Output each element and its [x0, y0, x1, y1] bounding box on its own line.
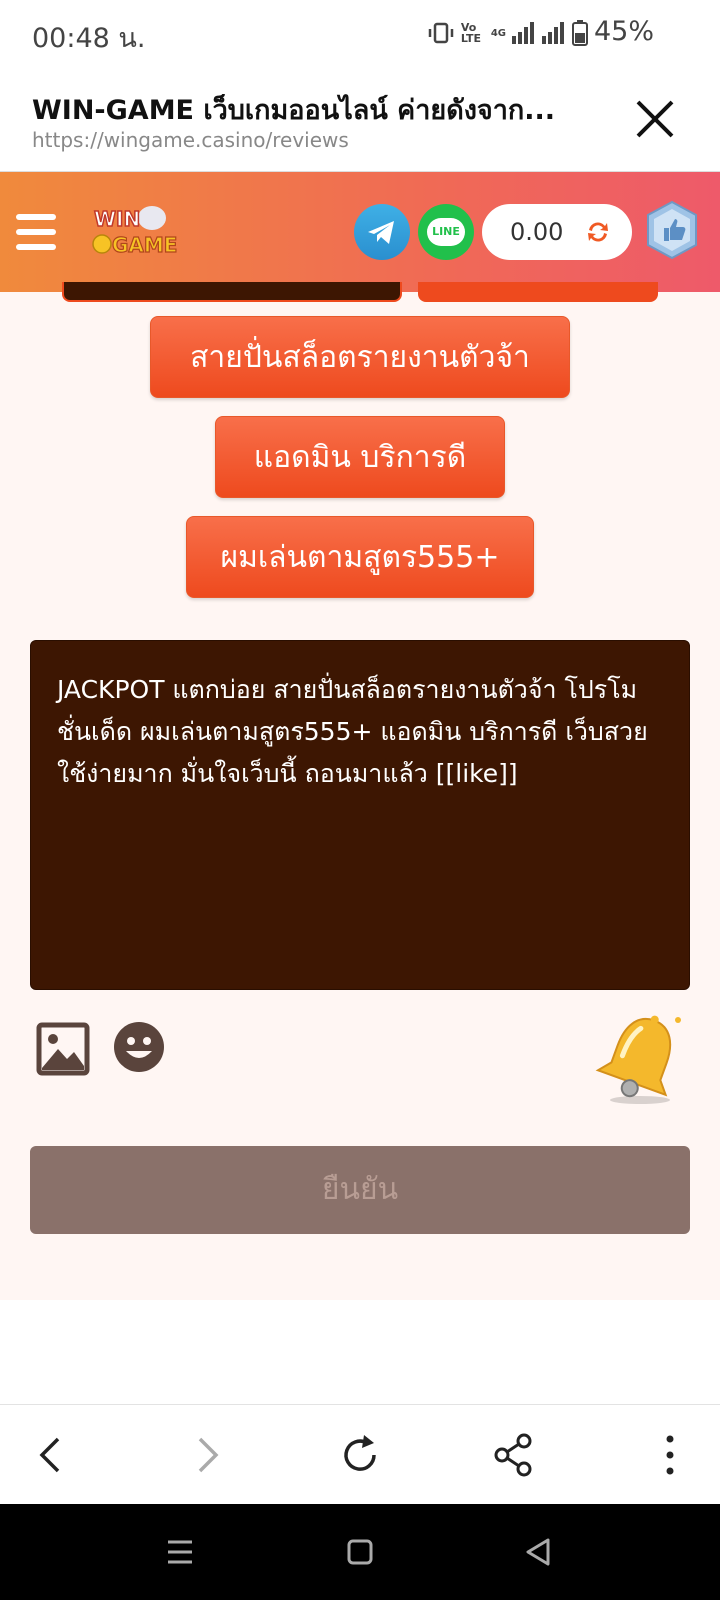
confirm-button[interactable]: ยืนยัน: [30, 1146, 690, 1234]
balance-value: 0.00: [510, 218, 564, 246]
volte-icon: Vo LTE: [460, 21, 482, 45]
tag-button-formula[interactable]: ผมเล่นตามสูตร555+: [186, 516, 534, 598]
review-form: สายปั่นสล็อตรายงานตัวจ้า แอดมิน บริการดี…: [0, 282, 720, 1300]
tag-button-slot-spinner[interactable]: สายปั่นสล็อตรายงานตัวจ้า: [150, 316, 570, 398]
tag-button-cut-2[interactable]: [418, 282, 658, 302]
tag-button-cut-1[interactable]: [62, 282, 402, 302]
page-title: WIN-GAME เว็บเกมออนไลน์ ค่ายดังจาก...: [32, 95, 556, 126]
status-bar: 00:48 น. Vo LTE 4G 45%: [0, 0, 720, 66]
vibrate-icon: [428, 22, 454, 44]
bell-icon[interactable]: [590, 1010, 690, 1110]
refresh-icon[interactable]: [584, 218, 612, 246]
more-options-icon[interactable]: [644, 1429, 696, 1481]
review-textarea[interactable]: JACKPOT แตกบ่อย สายปั่นสล็อตรายงานตัวจ้า…: [30, 640, 690, 990]
browser-bottom-nav: [0, 1404, 720, 1504]
status-time: 00:48 น.: [32, 23, 146, 54]
home-icon[interactable]: [340, 1532, 380, 1572]
battery-percent: 45%: [593, 16, 654, 47]
line-label: LINE: [427, 218, 465, 246]
share-icon[interactable]: [488, 1429, 540, 1481]
browser-title-bar: WIN-GAME เว็บเกมออนไลน์ ค่ายดังจาก... ht…: [0, 66, 720, 172]
image-upload-icon[interactable]: [36, 1022, 90, 1076]
signal-icon: [512, 22, 534, 44]
signal-icon-2: [542, 22, 564, 44]
status-icons: Vo LTE 4G: [427, 20, 588, 46]
logo-text-top: WIN: [94, 207, 140, 231]
reload-icon[interactable]: [334, 1429, 386, 1481]
menu-icon[interactable]: [16, 214, 56, 250]
telegram-icon[interactable]: [354, 204, 410, 260]
tag-button-admin[interactable]: แอดมิน บริการดี: [215, 416, 505, 498]
recent-apps-icon[interactable]: [160, 1532, 200, 1572]
balance-display: 0.00: [482, 204, 632, 260]
close-icon[interactable]: [632, 96, 678, 142]
site-header: WIN GAME LINE 0.00: [0, 172, 720, 292]
android-back-icon[interactable]: [518, 1532, 558, 1572]
emoji-icon[interactable]: [112, 1020, 166, 1074]
page-url[interactable]: https://wingame.casino/reviews: [32, 128, 349, 152]
back-arrow-icon[interactable]: [26, 1429, 78, 1481]
android-nav-bar: [0, 1504, 720, 1600]
logo-text-bottom: GAME: [112, 233, 177, 257]
line-icon[interactable]: LINE: [418, 204, 474, 260]
network-type: 4G: [490, 27, 506, 39]
rank-badge-icon[interactable]: [644, 200, 700, 260]
win-game-logo[interactable]: WIN GAME: [90, 200, 186, 260]
forward-arrow-icon[interactable]: [180, 1429, 232, 1481]
battery-icon: [572, 20, 588, 46]
